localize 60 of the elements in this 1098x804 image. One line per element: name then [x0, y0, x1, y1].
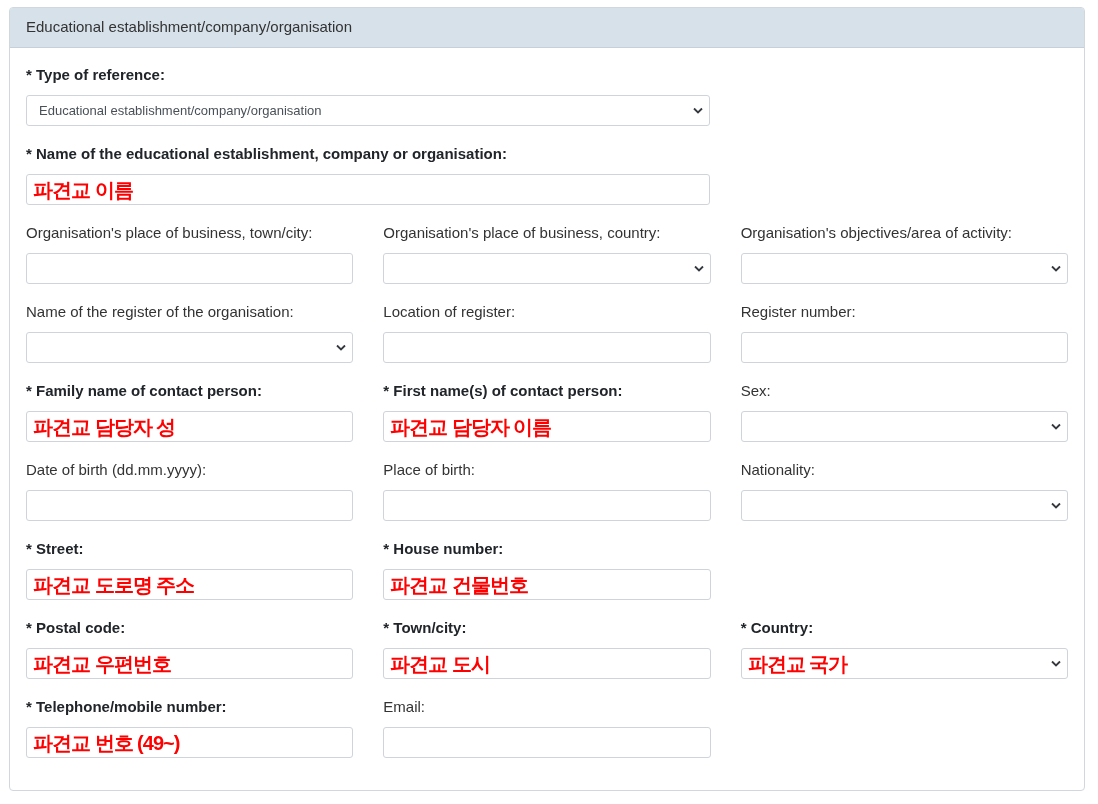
chevron-down-icon: [1051, 423, 1061, 430]
field-label: Email:: [383, 697, 426, 717]
select-field[interactable]: [740, 253, 1068, 284]
field-label: * First name(s) of contact person:: [383, 381, 624, 401]
select-field[interactable]: [740, 490, 1068, 521]
field-value: 파견교 번호 (49~): [33, 732, 180, 753]
input-field[interactable]: [26, 253, 354, 284]
select-field[interactable]: 파견교 국가: [740, 648, 1068, 679]
chevron-down-icon: [1051, 265, 1061, 272]
field-label: * Country:: [740, 618, 815, 638]
select-field[interactable]: [740, 411, 1068, 442]
chevron-down-icon: [336, 344, 347, 351]
field-label: * House number:: [383, 539, 505, 559]
input-field[interactable]: [383, 490, 711, 521]
chevron-down-icon: [693, 107, 703, 114]
field-value: 파견교 우편번호: [33, 653, 171, 674]
field-label: Date of birth (dd.mm.yyyy):: [26, 460, 208, 480]
field-value: 파견교 도시: [390, 653, 490, 674]
field-value: 파견교 이름: [33, 179, 133, 200]
field-label: Organisation's place of business, town/city:: [26, 223, 314, 243]
input-field[interactable]: 파견교 건물번호: [383, 569, 711, 600]
field-value: 파견교 담당자 이름: [390, 416, 552, 437]
field-label: * Town/city:: [383, 618, 468, 638]
field-label: Place of birth:: [383, 460, 477, 480]
field-value: 파견교 국가: [747, 653, 848, 674]
field-label: Organisation's place of business, country:: [383, 223, 662, 243]
chevron-down-icon: [1051, 660, 1061, 667]
field-label: * Street:: [26, 539, 85, 559]
field-label: Organisation's objectives/area of activity:: [740, 223, 1013, 243]
field-label: * Name of the educational establishment, company or organisation:: [26, 144, 508, 164]
input-field[interactable]: 파견교 우편번호: [26, 648, 354, 679]
input-field[interactable]: [740, 332, 1068, 363]
select-field[interactable]: [383, 253, 711, 284]
field-label: * Type of reference:: [26, 65, 166, 85]
chevron-down-icon: [1051, 502, 1061, 509]
input-field[interactable]: [383, 727, 711, 758]
field-label: * Telephone/mobile number:: [26, 697, 228, 717]
input-field[interactable]: 파견교 이름: [26, 174, 710, 205]
input-field[interactable]: 파견교 번호 (49~): [26, 727, 354, 758]
select-field[interactable]: Educational establishment/company/organisation: [26, 95, 710, 126]
field-label: Name of the register of the organisation:: [26, 302, 295, 322]
field-label: Register number:: [740, 302, 857, 322]
input-field[interactable]: [26, 490, 354, 521]
panel-title: Educational establishment/company/organisation: [26, 17, 353, 38]
input-field[interactable]: 파견교 도로명 주소: [26, 569, 354, 600]
field-label: * Family name of contact person:: [26, 381, 263, 401]
field-label: Location of register:: [383, 302, 517, 322]
field-label: Sex:: [740, 381, 772, 401]
chevron-down-icon: [693, 265, 704, 272]
field-value: 파견교 건물번호: [390, 574, 528, 595]
field-value: 파견교 담당자 성: [33, 416, 176, 437]
field-value: 파견교 도로명 주소: [33, 574, 195, 595]
input-field[interactable]: 파견교 담당자 성: [26, 411, 354, 442]
input-field[interactable]: 파견교 도시: [383, 648, 711, 679]
input-field[interactable]: 파견교 담당자 이름: [383, 411, 711, 442]
select-field[interactable]: [26, 332, 354, 363]
field-value: Educational establishment/company/organisation: [38, 101, 322, 120]
input-field[interactable]: [383, 332, 711, 363]
field-label: Nationality:: [740, 460, 816, 480]
field-label: * Postal code:: [26, 618, 127, 638]
